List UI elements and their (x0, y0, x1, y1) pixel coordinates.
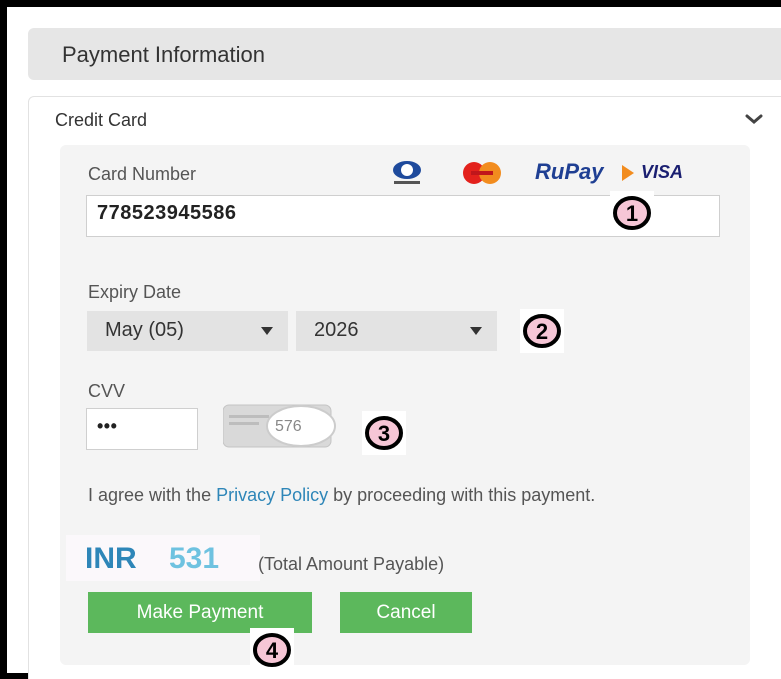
expiry-year-select[interactable]: 2026 (296, 311, 497, 351)
amount-note: (Total Amount Payable) (258, 554, 445, 574)
svg-text:4: 4 (266, 638, 279, 663)
cvv-label: CVV (88, 381, 126, 401)
amount-value: 531 (169, 542, 220, 575)
dropdown-arrow-icon (470, 327, 482, 335)
card-number-label: Card Number (88, 164, 197, 184)
rupay-logo: RuPay (535, 159, 604, 184)
cvv-card-back-icon: 576 (223, 404, 336, 448)
step-marker-2: 2 (520, 309, 564, 353)
svg-text:2: 2 (536, 319, 548, 344)
make-payment-button[interactable]: Make Payment (88, 592, 312, 633)
mastercard-icon (463, 162, 501, 184)
amount-currency: INR (85, 542, 137, 575)
privacy-policy-link[interactable]: Privacy Policy (216, 485, 328, 505)
agreement-text: I agree with the Privacy Policy by proce… (88, 485, 708, 506)
expiry-month-select[interactable]: May (05) (87, 311, 288, 351)
svg-text:3: 3 (378, 421, 390, 446)
expiry-date-label: Expiry Date (88, 282, 182, 302)
agreement-suffix: by proceeding with this payment. (328, 485, 596, 505)
credit-card-panel: Credit Card Card Number RuPay VISA 77852… (28, 96, 781, 679)
card-number-value: 778523945586 (97, 202, 237, 224)
step-marker-1: 1 (610, 191, 654, 235)
expiry-year-value: 2026 (314, 319, 359, 341)
page-title: Payment Information (62, 42, 265, 67)
cvv-input[interactable]: ••• (86, 408, 198, 450)
chevron-down-icon[interactable] (742, 107, 766, 131)
expiry-month-value: May (05) (105, 319, 184, 341)
diners-club-icon (393, 161, 421, 184)
cvv-sample-digits: 576 (275, 418, 302, 435)
visa-logo: VISA (641, 162, 684, 182)
svg-text:1: 1 (626, 201, 638, 226)
payment-header: Payment Information (28, 28, 781, 80)
cvv-value: ••• (97, 416, 118, 436)
rupay-arrow-icon (622, 165, 634, 181)
step-marker-3: 3 (362, 411, 406, 455)
dropdown-arrow-icon (261, 327, 273, 335)
step-marker-4: 4 (250, 628, 294, 672)
credit-card-section-title[interactable]: Credit Card (55, 110, 147, 131)
cancel-button[interactable]: Cancel (340, 592, 472, 633)
agreement-prefix: I agree with the (88, 485, 217, 505)
card-logos: RuPay VISA (390, 159, 710, 187)
